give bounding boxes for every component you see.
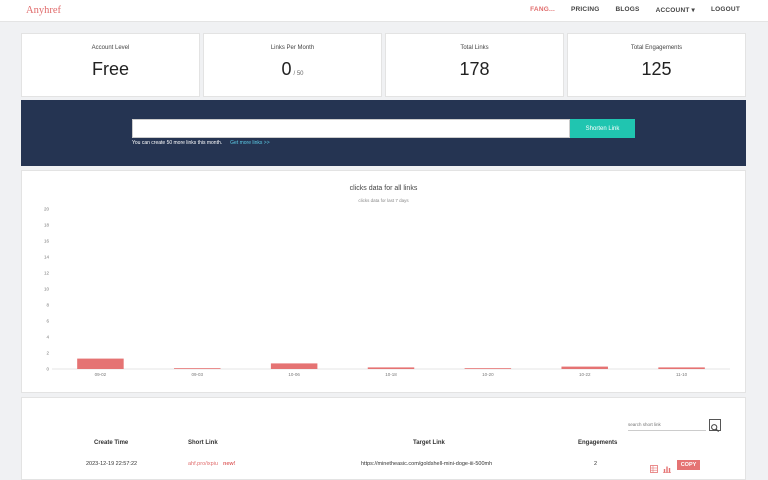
header-engagements: Engagements <box>578 440 618 446</box>
x-tick-label: 09-03 <box>192 372 204 377</box>
stats-chart-icon[interactable] <box>663 460 671 473</box>
nav-item-blogs[interactable]: BLOGS <box>615 6 639 14</box>
y-tick-label: 2 <box>46 351 49 356</box>
stat-label: Total Engagements <box>630 45 683 51</box>
stat-value: Free <box>91 59 129 79</box>
y-tick-label: 14 <box>44 255 50 260</box>
clicks-chart-card: clicks data for all links clicks data fo… <box>21 170 746 393</box>
stats-row: Account Level Free Links Per Month 0/ 50… <box>21 33 746 97</box>
x-tick-label: 10-06 <box>288 372 300 377</box>
chart-bar[interactable] <box>174 368 221 369</box>
qr-code-icon[interactable] <box>650 460 658 473</box>
y-tick-label: 18 <box>44 223 50 228</box>
stat-card-total-engagements: Total Engagements 125 <box>567 33 746 97</box>
y-tick-label: 0 <box>46 367 49 372</box>
x-tick-label: 11-10 <box>676 372 688 377</box>
y-tick-label: 12 <box>44 271 50 276</box>
url-input[interactable] <box>132 119 570 138</box>
stat-suffix: / 50 <box>293 71 304 77</box>
shorten-banner: Shorten Link You can create 50 more link… <box>21 100 746 166</box>
chart-bar[interactable] <box>367 367 415 369</box>
stat-label: Links Per Month <box>270 45 315 51</box>
header-create-time: Create Time <box>94 440 129 446</box>
quota-note: You can create 50 more links this month.… <box>132 140 270 146</box>
new-badge: new! <box>223 461 236 467</box>
brand-logo[interactable]: Anyhref <box>26 5 61 16</box>
chart-bar[interactable] <box>658 367 705 369</box>
header-short-link: Short Link <box>188 440 218 446</box>
row-short-link[interactable]: ahf.pro/ixpiu <box>188 461 218 467</box>
shorten-link-button[interactable]: Shorten Link <box>570 119 635 138</box>
nav-item-pricing[interactable]: PRICING <box>571 6 600 14</box>
chart-bar[interactable] <box>464 368 512 369</box>
y-tick-label: 4 <box>46 335 49 340</box>
search-input[interactable] <box>628 419 706 431</box>
y-tick-label: 16 <box>44 239 50 244</box>
quota-text: You can create 50 more links this month. <box>132 140 223 146</box>
top-navbar: Anyhref FANG... PRICING BLOGS ACCOUNT ▾ … <box>0 0 768 22</box>
x-tick-label: 09-02 <box>95 372 107 377</box>
chart-bar[interactable] <box>77 358 124 369</box>
row-create-time: 2023-12-19 22:57:22 <box>86 461 138 467</box>
stat-label: Total Links <box>460 45 489 51</box>
search-button[interactable] <box>709 419 721 432</box>
y-tick-label: 20 <box>44 207 50 212</box>
stat-label: Account Level <box>91 45 130 51</box>
nav-links: FANG... PRICING BLOGS ACCOUNT ▾ LOGOUT <box>530 6 740 14</box>
stat-value: 125 <box>641 59 672 79</box>
nav-item-logout[interactable]: LOGOUT <box>711 6 740 14</box>
y-tick-label: 10 <box>44 287 50 292</box>
y-tick-label: 6 <box>46 319 49 324</box>
x-tick-label: 10-22 <box>579 372 591 377</box>
clicks-bar-chart: 0 2 4 6 8 10 12 14 16 18 20 09-02 09-03 10-06 10-18 10-… <box>44 207 730 377</box>
stat-card-total-links: Total Links 178 <box>385 33 564 97</box>
stat-card-account-level: Account Level Free <box>21 33 200 97</box>
stat-card-links-per-month: Links Per Month 0/ 50 <box>203 33 382 97</box>
header-target-link: Target Link <box>413 440 445 446</box>
stat-value: 0/ 50 <box>281 59 304 79</box>
y-tick-label: 8 <box>46 303 49 308</box>
links-table-card: Create Time Short Link Target Link Engag… <box>21 397 746 480</box>
search-icon <box>711 424 719 432</box>
x-tick-label: 10-18 <box>385 372 397 377</box>
nav-item-account-name[interactable]: FANG... <box>530 6 555 14</box>
copy-button[interactable]: COPY <box>677 460 700 470</box>
stat-value: 178 <box>459 59 490 79</box>
nav-item-account[interactable]: ACCOUNT ▾ <box>656 6 695 14</box>
x-tick-label: 10-20 <box>482 372 494 377</box>
row-engagements: 2 <box>594 461 598 467</box>
chart-bar[interactable] <box>270 363 318 369</box>
row-target-link[interactable]: https://minetheasic.com/goldshell-mini-d… <box>361 461 492 467</box>
chart-bar[interactable] <box>561 366 608 369</box>
get-more-links-link[interactable]: Get more links >> <box>230 140 269 146</box>
